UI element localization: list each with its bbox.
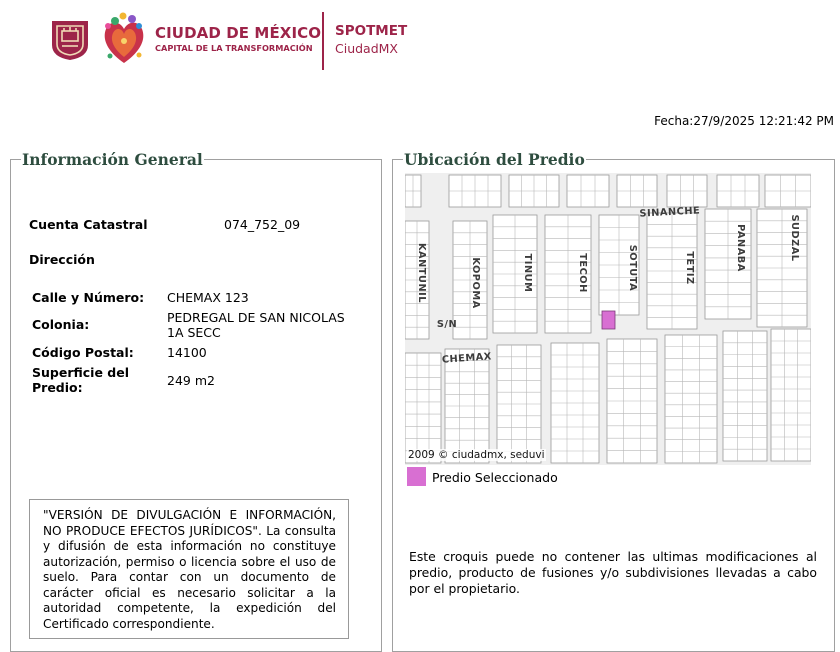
cuenta-catastral-value: 074_752_09 — [224, 217, 301, 232]
map-block — [664, 334, 718, 464]
map-block — [448, 174, 502, 208]
report-date: Fecha:27/9/2025 12:21:42 PM — [654, 114, 834, 128]
map-block — [606, 338, 658, 464]
page-header: CIUDAD DE MÉXICO CAPITAL DE LA TRANSFORM… — [0, 0, 840, 80]
colonia-label: Colonia: — [32, 317, 90, 332]
street-label-sotuta: SOTUTA — [627, 245, 638, 292]
map-block — [566, 174, 610, 208]
street-label-panaba: PANABA — [735, 224, 746, 272]
selected-parcel — [601, 310, 616, 330]
brand-subtitle: CAPITAL DE LA TRANSFORMACIÓN — [155, 43, 313, 53]
map-block — [496, 344, 542, 464]
cdmx-heart-logo-icon — [104, 12, 144, 63]
codigo-postal-value: 14100 — [167, 345, 207, 360]
cdmx-coat-of-arms-icon — [52, 21, 88, 60]
map-block — [508, 174, 560, 208]
calle-numero-value: CHEMAX 123 — [167, 290, 249, 305]
ubicacion-predio-legend: Ubicación del Predio — [404, 150, 585, 169]
street-label-sn: S/N — [437, 319, 457, 330]
map-block — [770, 328, 811, 462]
codigo-postal-label: Código Postal: — [32, 345, 134, 360]
superficie-label-line2: Predio: — [32, 380, 83, 395]
map-block — [550, 342, 600, 464]
map-block — [666, 174, 708, 208]
street-label-sudzal: SUDZAL — [789, 214, 800, 261]
app-title: SPOTMET — [335, 23, 408, 39]
map-disclaimer: Este croquis puede no contener las ultim… — [409, 549, 817, 596]
map-block — [444, 348, 490, 464]
legal-notice: "VERSIÓN DE DIVULGACIÓN E INFORMACIÓN, N… — [29, 499, 349, 639]
direccion-label: Dirección — [29, 252, 95, 267]
street-label-kantunil: KANTUNIL — [416, 243, 427, 303]
calle-numero-label: Calle y Número: — [32, 290, 145, 305]
selected-parcel-label: Predio Seleccionado — [432, 470, 558, 485]
cuenta-catastral-label: Cuenta Catastral — [29, 217, 148, 232]
colonia-value-line2: 1A SECC — [167, 325, 221, 340]
street-label-tecoh: TECOH — [577, 253, 588, 293]
colonia-value-line1: PEDREGAL DE SAN NICOLAS — [167, 310, 345, 325]
map-block — [716, 174, 760, 208]
map-block — [764, 174, 811, 208]
street-label-kopoma: KOPOMA — [470, 257, 481, 308]
brand-title: CIUDAD DE MÉXICO — [155, 24, 322, 42]
selected-parcel-swatch — [407, 467, 426, 486]
map-block — [405, 174, 422, 208]
map-block — [616, 174, 658, 208]
street-label-tetiz: TETIZ — [684, 251, 695, 284]
map-canvas: KANTUNIL KOPOMA TINUM TECOH SOTUTA TETIZ PANAB… — [405, 173, 811, 465]
location-map[interactable]: KANTUNIL KOPOMA TINUM TECOH SOTUTA TETIZ PANAB… — [405, 173, 811, 465]
map-copyright: 2009 © ciudadmx, seduvi — [407, 449, 546, 461]
superficie-value: 249 m2 — [167, 373, 215, 388]
informacion-general-legend: Información General — [22, 150, 203, 169]
app-subtitle: CiudadMX — [335, 41, 399, 56]
superficie-label-line1: Superficie del — [32, 365, 129, 380]
header-divider — [322, 12, 324, 70]
street-label-tinum: TINUM — [522, 254, 533, 293]
map-block — [722, 330, 768, 462]
map-block — [405, 352, 442, 464]
